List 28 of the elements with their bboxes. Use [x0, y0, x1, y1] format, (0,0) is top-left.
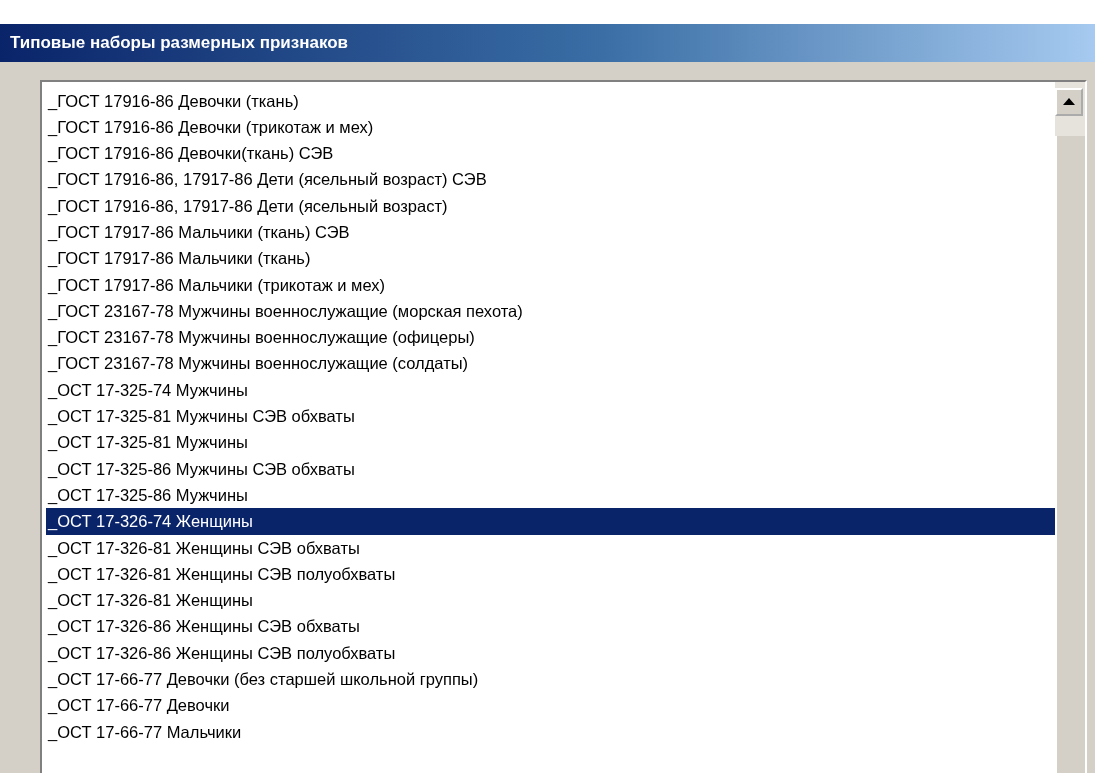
- list-item[interactable]: _ОСТ 17-66-77 Девочки (без старшей школьной группы): [46, 666, 1055, 693]
- list-item[interactable]: _ГОСТ 17917-86 Мальчики (ткань) СЭВ: [46, 219, 1055, 246]
- list-item[interactable]: _ОСТ 17-325-81 Мужчины СЭВ обхваты: [46, 403, 1055, 430]
- list-item[interactable]: _ГОСТ 23167-78 Мужчины военнослужащие (офицеры): [46, 324, 1055, 351]
- list-item[interactable]: _ОСТ 17-66-77 Девочки: [46, 692, 1055, 719]
- list-item[interactable]: _ОСТ 17-326-74 Женщины: [46, 508, 1055, 535]
- list-item[interactable]: _ГОСТ 17916-86, 17917-86 Дети (ясельный возраст): [46, 192, 1055, 219]
- up-arrow-icon: [1063, 98, 1075, 105]
- list-item[interactable]: _ОСТ 17-325-74 Мужчины: [46, 376, 1055, 404]
- list-item[interactable]: _ГОСТ 17916-86, 17917-86 Дети (ясельный возраст) СЭВ: [46, 166, 1055, 193]
- list-item[interactable]: _ГОСТ 17917-86 Мальчики (трикотаж и мех): [46, 271, 1055, 298]
- list-item[interactable]: _ОСТ 17-325-86 Мужчины: [46, 481, 1055, 509]
- list-item[interactable]: _ГОСТ 23167-78 Мужчины военнослужащие (морская пехота): [46, 297, 1055, 325]
- list-item[interactable]: _ОСТ 17-66-77 Мальчики: [46, 718, 1055, 745]
- list-item[interactable]: _ГОСТ 17917-86 Мальчики (ткань): [46, 245, 1055, 272]
- scroll-up-button[interactable]: [1055, 87, 1083, 116]
- list-item[interactable]: _ОСТ 17-325-86 Мужчины СЭВ обхваты: [46, 455, 1055, 482]
- list-item[interactable]: _ОСТ 17-325-81 Мужчины: [46, 429, 1055, 456]
- list-item[interactable]: _ГОСТ 17916-86 Девочки (ткань): [46, 87, 1055, 114]
- list-item[interactable]: _ОСТ 17-326-81 Женщины СЭВ полуобхваты: [46, 560, 1055, 588]
- list-item[interactable]: _ГОСТ 23167-78 Мужчины военнослужащие (солдаты): [46, 350, 1055, 377]
- list-item[interactable]: _ОСТ 17-326-86 Женщины СЭВ обхваты: [46, 613, 1055, 640]
- list-item[interactable]: _ОСТ 17-326-81 Женщины: [46, 587, 1055, 614]
- list-item[interactable]: _ОСТ 17-326-86 Женщины СЭВ полуобхваты: [46, 639, 1055, 667]
- list-item[interactable]: _ГОСТ 17916-86 Девочки(ткань) СЭВ: [46, 140, 1055, 167]
- list-item[interactable]: _ГОСТ 17916-86 Девочки (трикотаж и мех): [46, 113, 1055, 141]
- window-title: Типовые наборы размерных признаков: [0, 24, 1095, 62]
- list-item[interactable]: _ОСТ 17-326-81 Женщины СЭВ обхваты: [46, 534, 1055, 561]
